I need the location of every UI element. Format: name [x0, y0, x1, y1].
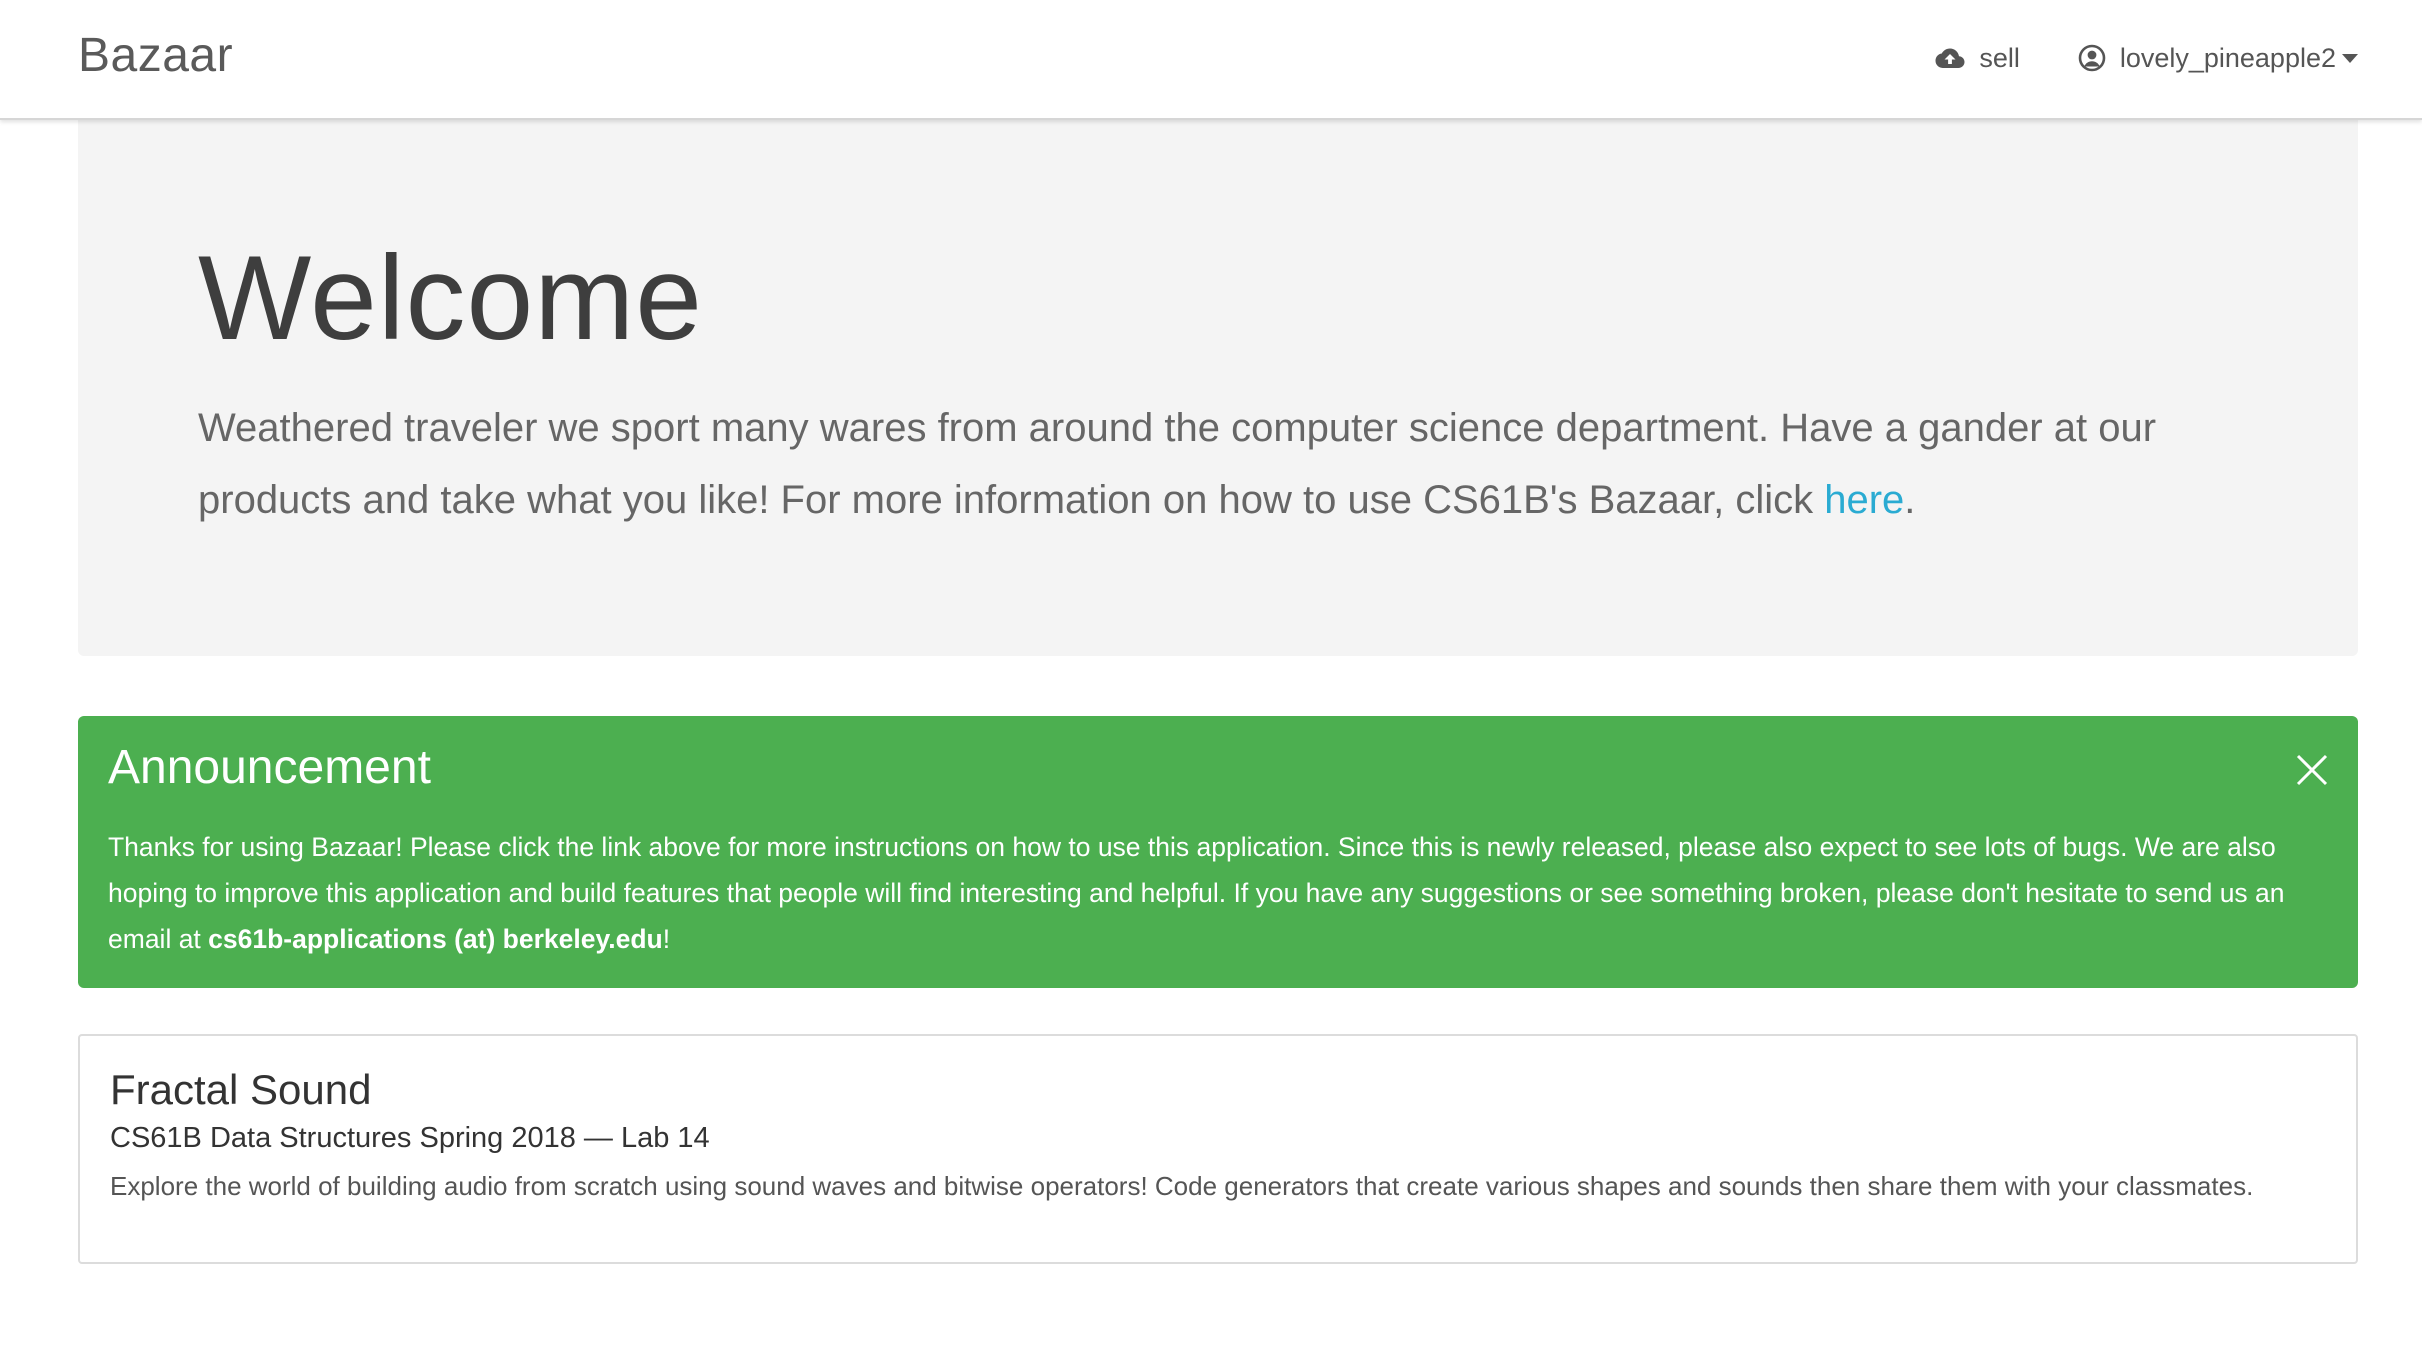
navbar: Bazaar sell lovely_pineapple2	[0, 0, 2422, 120]
navbar-right: sell lovely_pineapple2	[1935, 36, 2358, 80]
page-title: Welcome	[198, 231, 703, 365]
announcement-alert: Announcement Thanks for using Bazaar! Pl…	[78, 716, 2358, 988]
close-icon[interactable]	[2294, 752, 2330, 788]
product-card[interactable]: Fractal Sound CS61B Data Structures Spri…	[78, 1034, 2358, 1264]
announcement-email: cs61b-applications (at) berkeley.edu	[208, 924, 663, 954]
welcome-lead: Weathered traveler we sport many wares f…	[198, 392, 2278, 536]
product-subtitle: CS61B Data Structures Spring 2018 — Lab …	[110, 1122, 710, 1154]
announcement-suffix: !	[662, 924, 671, 954]
help-link[interactable]: here	[1824, 478, 1904, 522]
user-circle-icon	[2078, 44, 2106, 72]
lead-suffix: .	[1904, 478, 1916, 522]
sell-link[interactable]: sell	[1935, 43, 2020, 74]
cloud-upload-icon	[1935, 46, 1965, 70]
announcement-body: Thanks for using Bazaar! Please click th…	[108, 824, 2328, 962]
user-label: lovely_pineapple2	[2119, 42, 2336, 73]
caret-down-icon	[2342, 53, 2358, 63]
announcement-title: Announcement	[108, 741, 431, 794]
sell-label: sell	[1979, 42, 2020, 73]
welcome-jumbotron: Welcome Weathered traveler we sport many…	[78, 120, 2358, 656]
brand-logo[interactable]: Bazaar	[78, 26, 233, 86]
product-title: Fractal Sound	[110, 1066, 372, 1113]
product-description: Explore the world of building audio from…	[110, 1171, 2254, 1201]
user-menu[interactable]: lovely_pineapple2	[2078, 43, 2358, 74]
